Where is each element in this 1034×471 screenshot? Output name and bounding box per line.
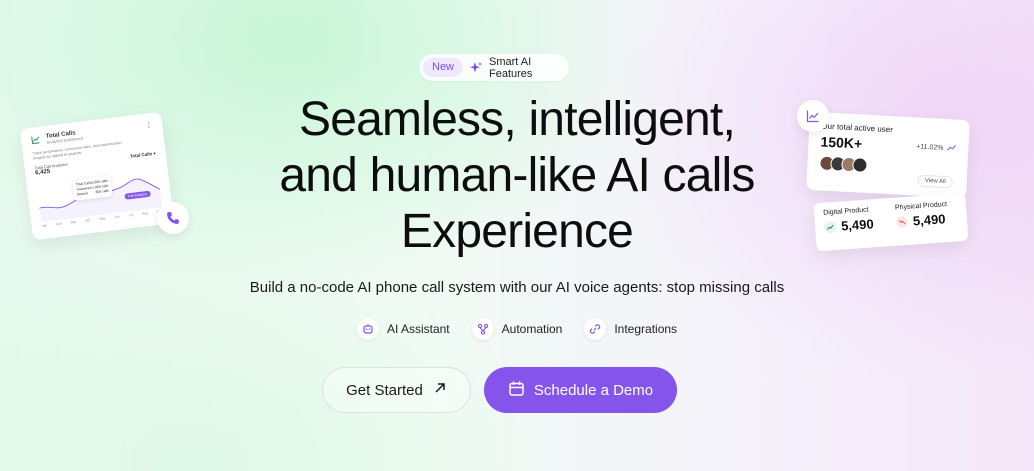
trend-up-icon [946, 144, 956, 154]
active-users-change: +11.02% [916, 142, 957, 153]
feature-badge[interactable]: New Smart AI Features [419, 54, 569, 81]
link-icon [584, 318, 607, 340]
phone-icon [157, 202, 189, 234]
metric-selector[interactable]: Total Calls ▾ [130, 151, 157, 165]
hero-subtitle: Build a no-code AI phone call system wit… [249, 279, 785, 296]
new-tag: New [423, 58, 464, 77]
feature-label: Automation [501, 322, 563, 336]
flow-icon [471, 318, 494, 340]
calendar-icon [508, 380, 525, 401]
active-users-value: 150K+ [820, 133, 863, 152]
view-all-button[interactable]: View All [917, 174, 953, 189]
feature-automation: Automation [471, 318, 563, 340]
sparkle-icon [469, 61, 483, 75]
physical-product-stat: Physical Product 5,490 [895, 200, 959, 238]
feature-ai-assistant: AI Assistant [356, 318, 450, 340]
trend-down-icon [895, 215, 909, 229]
active-users-card: Our total active user 150K+ +11.02% View… [806, 111, 970, 199]
schedule-demo-button[interactable]: Schedule a Demo [484, 367, 677, 413]
avatar [852, 157, 868, 173]
trend-icon [31, 135, 41, 147]
analytics-card: Total Calls Analytics Dashboard ⋮ Track … [19, 111, 175, 241]
more-icon[interactable]: ⋮ [145, 121, 153, 130]
product-value: 5,490 [912, 211, 946, 229]
trend-up-icon [823, 220, 837, 234]
feature-list: AI Assistant Automation Integrations [0, 318, 1034, 340]
arrow-up-right-icon [433, 381, 447, 399]
digital-product-stat: Digital Product 5,490 [823, 205, 887, 243]
feature-integrations: Integrations [584, 318, 677, 340]
chart-icon [797, 100, 829, 132]
feature-label: Integrations [614, 322, 678, 336]
get-started-button[interactable]: Get Started [322, 367, 471, 413]
schedule-demo-label: Schedule a Demo [533, 381, 654, 399]
get-started-label: Get Started [346, 381, 423, 399]
user-avatars [819, 155, 956, 177]
feature-label: Smart AI Features [489, 55, 533, 80]
product-value: 5,490 [840, 216, 875, 234]
feature-label: AI Assistant [386, 322, 450, 336]
robot-icon [356, 318, 379, 340]
